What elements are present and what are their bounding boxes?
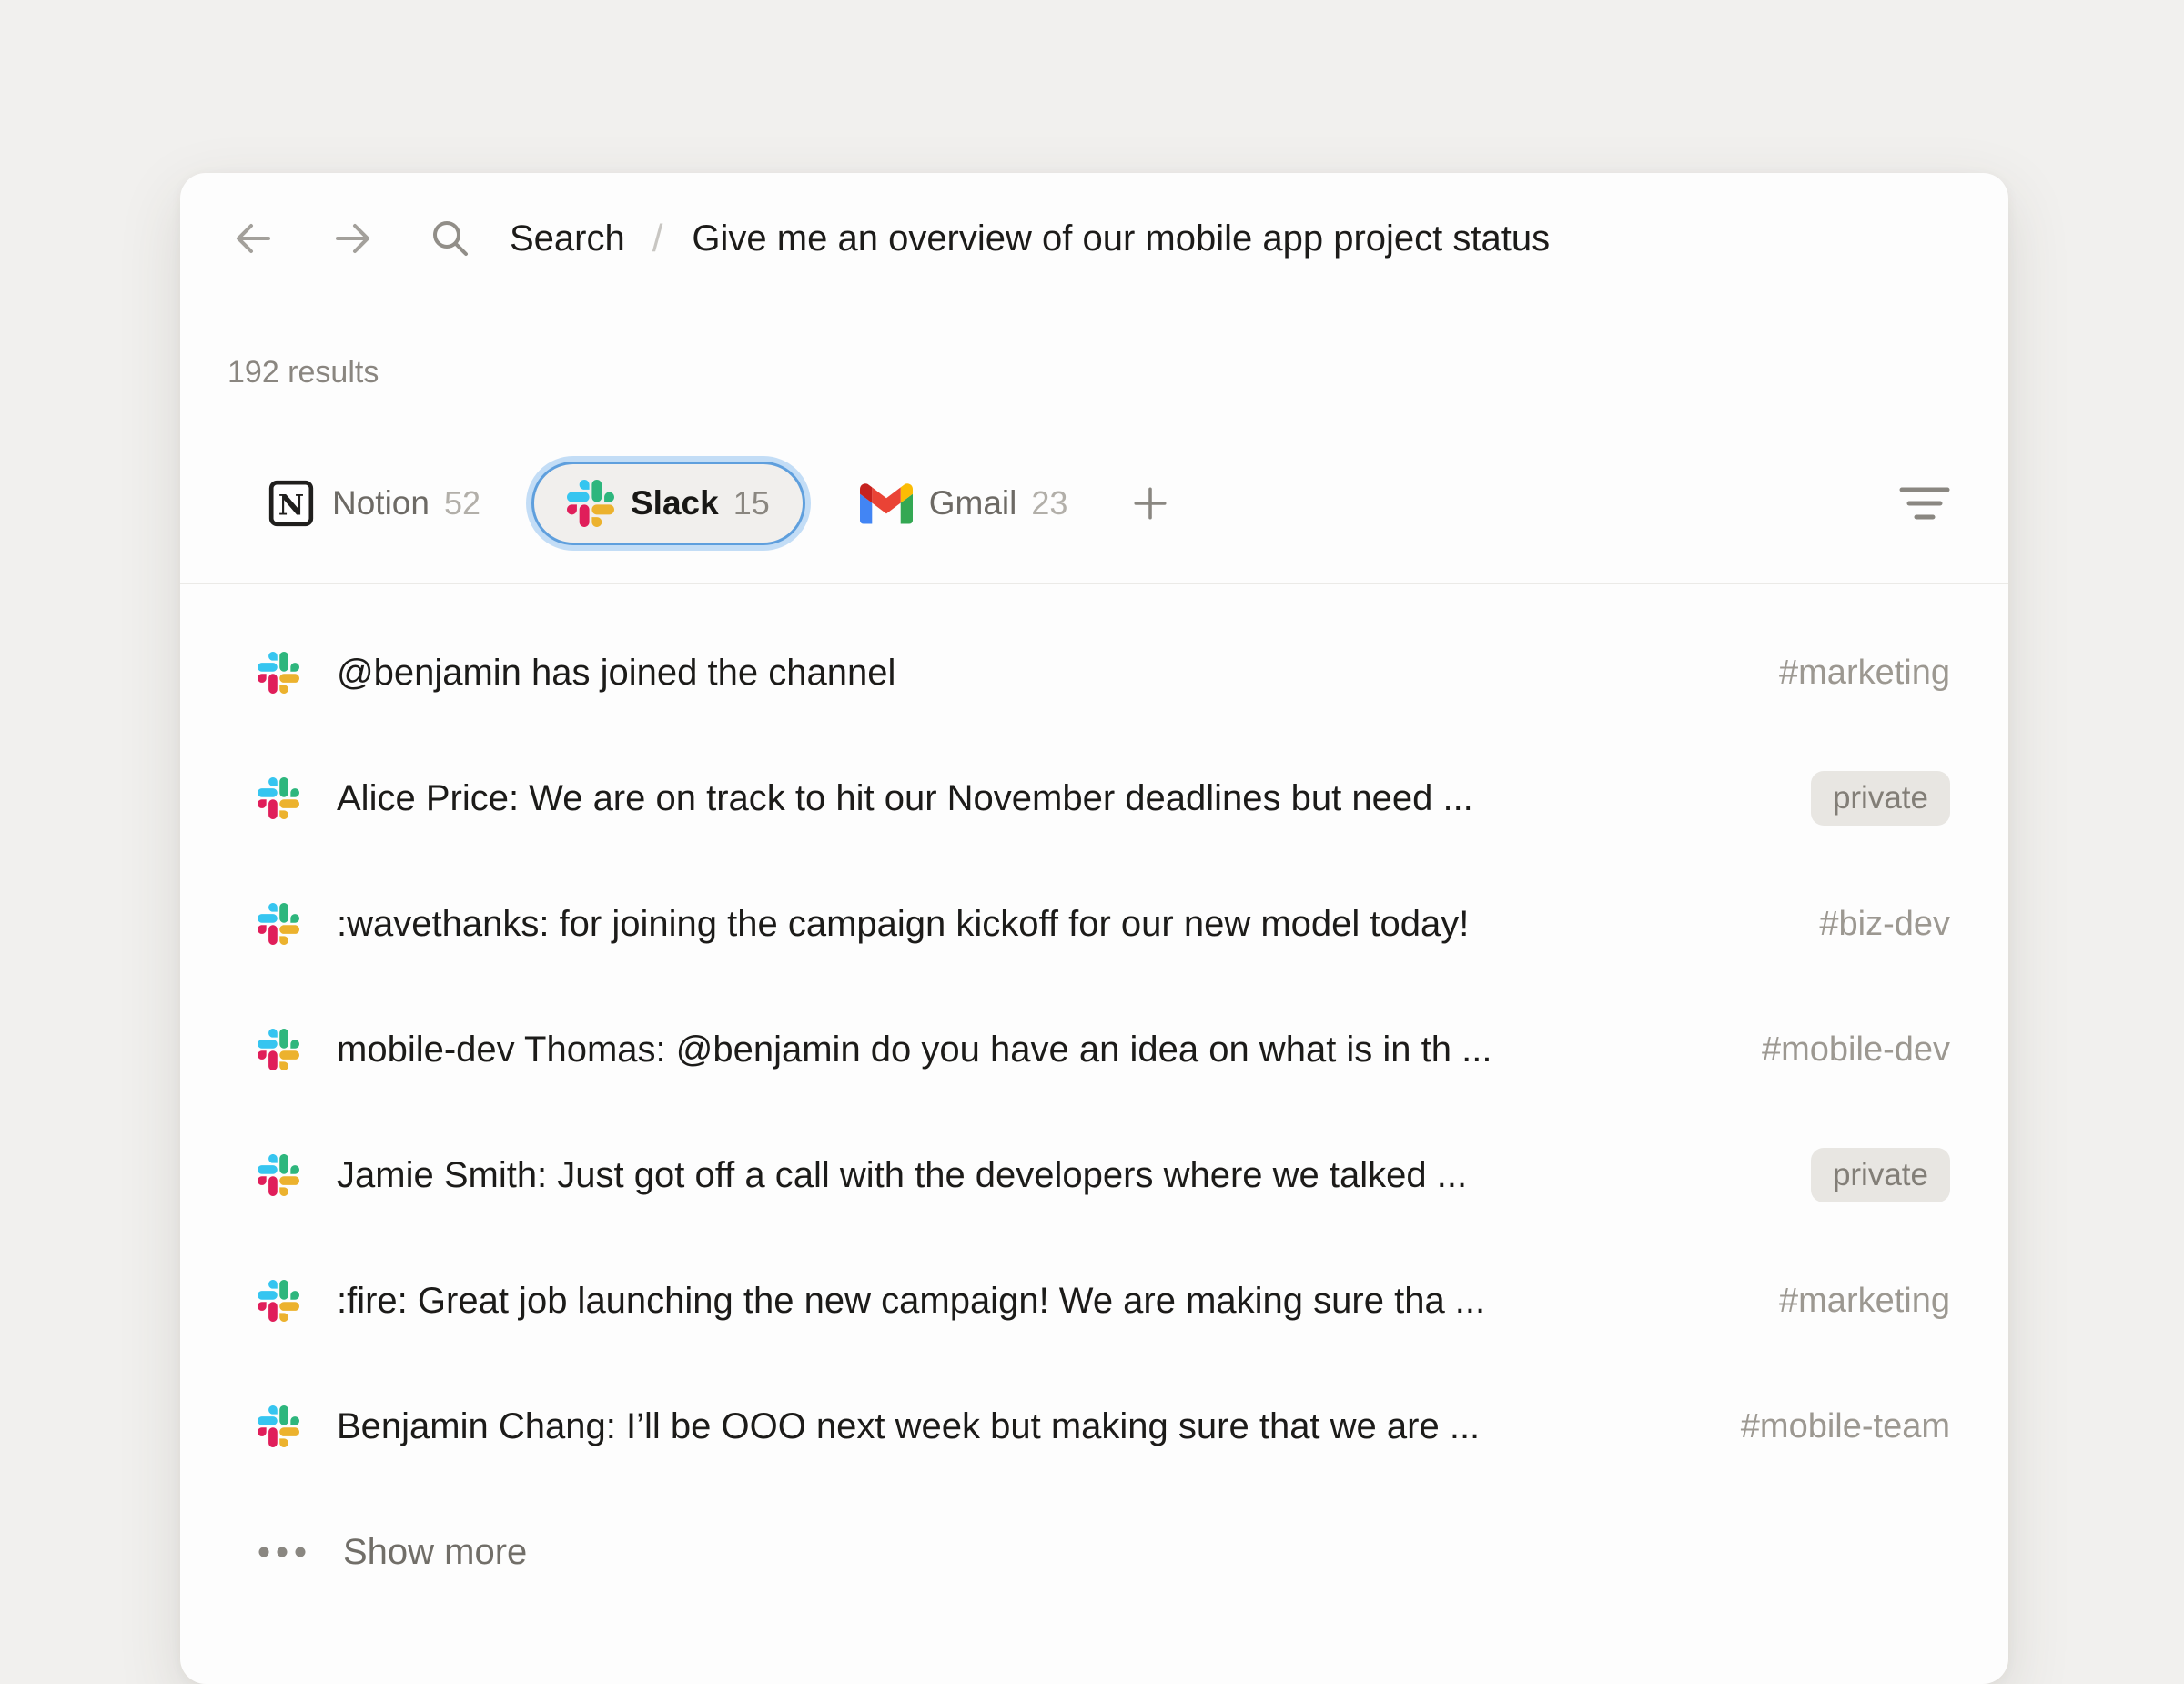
tab-count: 15 <box>733 484 770 522</box>
result-title: :fire: Great job launching the new campa… <box>337 1281 1743 1322</box>
result-row[interactable]: mobile-dev Thomas: @benjamin do you have… <box>180 987 2008 1112</box>
arrow-left-icon <box>231 217 275 260</box>
result-row[interactable]: Alice Price: We are on track to hit our … <box>180 735 2008 861</box>
channel-label: #marketing <box>1779 1282 1950 1321</box>
result-title: Jamie Smith: Just got off a call with th… <box>337 1155 1774 1196</box>
slack-icon <box>258 1029 299 1070</box>
slack-icon <box>258 1405 299 1447</box>
slack-icon <box>258 1154 299 1196</box>
result-title: Benjamin Chang: I’ll be OOO next week bu… <box>337 1406 1704 1447</box>
tab-slack[interactable]: Slack 15 <box>531 462 805 545</box>
ellipsis-icon <box>258 1546 307 1558</box>
add-source-button[interactable] <box>1131 484 1169 522</box>
result-row[interactable]: :fire: Great job launching the new campa… <box>180 1238 2008 1364</box>
gmail-icon <box>860 482 913 524</box>
result-row[interactable]: @benjamin has joined the channel #market… <box>180 610 2008 735</box>
result-title: :wavethanks: for joining the campaign ki… <box>337 904 1783 945</box>
arrow-right-icon <box>331 217 375 260</box>
tab-gmail[interactable]: Gmail 23 <box>860 482 1068 524</box>
tab-label: Slack <box>631 484 719 522</box>
result-title: Alice Price: We are on track to hit our … <box>337 778 1774 819</box>
tab-count: 52 <box>444 484 480 522</box>
svg-text:N: N <box>278 489 304 522</box>
search-window: Search / Give me an overview of our mobi… <box>180 173 2008 1684</box>
breadcrumb-separator: / <box>652 217 663 260</box>
result-row[interactable]: :wavethanks: for joining the campaign ki… <box>180 861 2008 987</box>
search-icon <box>430 218 471 259</box>
search-query-text[interactable]: Give me an overview of our mobile app pr… <box>692 218 1550 259</box>
slack-icon <box>258 777 299 819</box>
channel-label: #marketing <box>1779 654 1950 693</box>
search-context-label: Search <box>510 218 625 259</box>
notion-icon: N <box>267 479 316 528</box>
result-row[interactable]: Benjamin Chang: I’ll be OOO next week bu… <box>180 1364 2008 1489</box>
slack-icon <box>567 480 614 527</box>
tab-label: Gmail <box>929 484 1017 522</box>
back-button[interactable] <box>231 217 275 260</box>
slack-icon <box>258 1280 299 1322</box>
slack-icon <box>258 652 299 694</box>
filter-lines-icon <box>1899 484 1950 522</box>
channel-label: #biz-dev <box>1819 905 1950 944</box>
tab-count: 23 <box>1031 484 1067 522</box>
slack-icon <box>258 903 299 945</box>
result-row[interactable]: Jamie Smith: Just got off a call with th… <box>180 1112 2008 1238</box>
show-more-button[interactable]: Show more <box>180 1489 2008 1615</box>
results-count: 192 results <box>228 353 2008 391</box>
private-badge: private <box>1811 771 1950 826</box>
source-tabs: N Notion 52 Slack 15 <box>267 455 1950 552</box>
results-list: @benjamin has joined the channel #market… <box>180 584 2008 1489</box>
result-title: mobile-dev Thomas: @benjamin do you have… <box>337 1030 1725 1070</box>
tab-notion[interactable]: N Notion 52 <box>267 479 480 528</box>
show-more-label: Show more <box>343 1532 527 1573</box>
tab-label: Notion <box>332 484 430 522</box>
forward-button[interactable] <box>331 217 375 260</box>
header-bar: Search / Give me an overview of our mobi… <box>231 213 1950 264</box>
plus-icon <box>1131 484 1169 522</box>
channel-label: #mobile-dev <box>1762 1030 1950 1070</box>
channel-label: #mobile-team <box>1741 1407 1950 1446</box>
result-title: @benjamin has joined the channel <box>337 653 1743 694</box>
filter-button[interactable] <box>1899 484 1950 522</box>
private-badge: private <box>1811 1148 1950 1202</box>
